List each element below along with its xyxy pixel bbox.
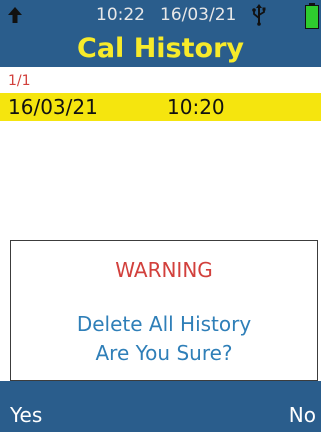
status-date: 16/03/21 <box>160 5 237 25</box>
no-softkey[interactable]: No <box>289 403 316 427</box>
screen-title: Cal History <box>77 33 244 64</box>
dialog-message-line2: Are You Sure? <box>95 341 233 365</box>
status-time: 10:22 <box>96 5 145 25</box>
up-arrow-icon <box>8 7 22 23</box>
dialog-title: WARNING <box>115 258 213 282</box>
status-bar: 10:22 16/03/21 <box>0 0 321 30</box>
history-row-date: 16/03/21 <box>8 95 98 119</box>
usb-icon <box>252 4 266 26</box>
history-row-time: 10:20 <box>167 95 225 119</box>
device-screen: 10:22 16/03/21 Cal History 1/1 16/03/21 … <box>0 0 321 432</box>
softkey-bar: Yes No <box>0 381 321 432</box>
history-row-selected[interactable]: 16/03/21 10:20 <box>0 93 321 121</box>
battery-icon <box>305 3 319 29</box>
header-bar: 10:22 16/03/21 Cal History <box>0 0 321 67</box>
page-indicator: 1/1 <box>8 73 31 89</box>
yes-softkey[interactable]: Yes <box>10 403 42 427</box>
warning-dialog: WARNING Delete All History Are You Sure? <box>10 240 318 381</box>
dialog-message-line1: Delete All History <box>76 312 252 336</box>
